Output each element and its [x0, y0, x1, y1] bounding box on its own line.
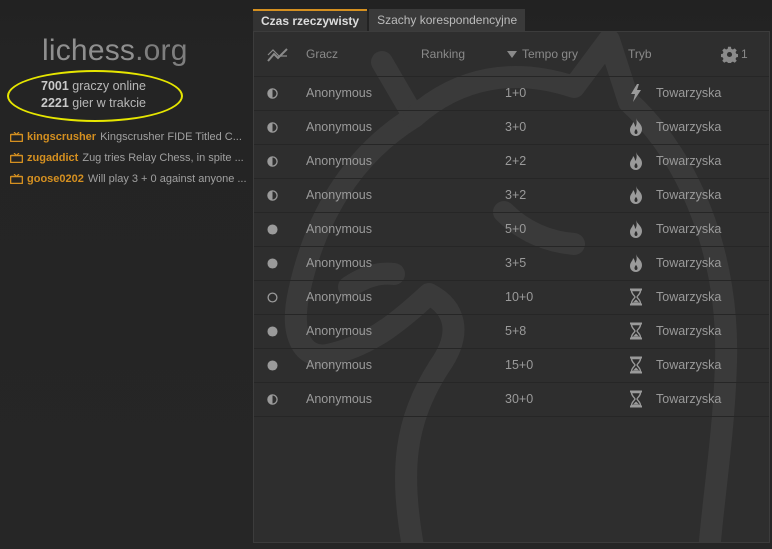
- seek-player: Anonymous: [306, 188, 373, 202]
- filter-count: 1: [741, 47, 748, 61]
- header-mode[interactable]: Tryb: [628, 47, 652, 61]
- full-circle-icon: [267, 224, 278, 235]
- seek-row[interactable]: Anonymous 5+0 Towarzyska: [254, 212, 769, 246]
- seek-row[interactable]: Anonymous 3+5 Towarzyska: [254, 246, 769, 280]
- seek-row[interactable]: Anonymous 2+2 Towarzyska: [254, 144, 769, 178]
- streamer-title: Kingscrusher FIDE Titled C...: [100, 130, 242, 143]
- games-count: 2221: [41, 95, 69, 110]
- seek-row[interactable]: Anonymous 5+8 Towarzyska: [254, 314, 769, 348]
- streamer-list: kingscrusher Kingscrusher FIDE Titled C..…: [10, 126, 250, 189]
- half-circle-icon: [267, 88, 278, 99]
- seek-row[interactable]: Anonymous 10+0 Towarzyska: [254, 280, 769, 314]
- table-header: Gracz Ranking Tempo gry Tryb 1: [254, 32, 769, 76]
- blitz-icon: [630, 254, 642, 272]
- seek-player: Anonymous: [306, 222, 373, 236]
- classical-icon: [630, 322, 642, 340]
- seek-time-control: 2+2: [505, 154, 527, 168]
- games-label: gier w trakcie: [72, 95, 146, 110]
- seek-mode: Towarzyska: [656, 188, 722, 202]
- online-stats: 7001 graczy online 2221 gier w trakcie: [41, 78, 146, 111]
- seek-mode: Towarzyska: [656, 324, 722, 338]
- bullet-icon: [631, 84, 641, 102]
- seek-mode: Towarzyska: [656, 290, 722, 304]
- seek-mode: Towarzyska: [656, 358, 722, 372]
- seek-row[interactable]: Anonymous 3+2 Towarzyska: [254, 178, 769, 212]
- seek-time-control: 5+0: [505, 222, 527, 236]
- tv-icon: [10, 173, 23, 184]
- tv-icon: [10, 131, 23, 142]
- seek-time-control: 1+0: [505, 86, 527, 100]
- tv-icon: [10, 152, 23, 163]
- seek-mode: Towarzyska: [656, 392, 722, 406]
- blitz-icon: [630, 186, 642, 204]
- site-logo[interactable]: lichess.org: [42, 34, 188, 68]
- half-circle-icon: [267, 394, 278, 405]
- seek-player: Anonymous: [306, 86, 373, 100]
- seek-mode: Towarzyska: [656, 154, 722, 168]
- lobby-tabs: Czas rzeczywisty Szachy korespondencyjne: [253, 9, 527, 31]
- players-label: graczy online: [72, 79, 146, 93]
- streamer-name: goose0202: [27, 172, 84, 185]
- seek-time-control: 30+0: [505, 392, 534, 406]
- tab-correspondence[interactable]: Szachy korespondencyjne: [369, 9, 526, 31]
- seek-time-control: 3+0: [505, 120, 527, 134]
- seek-time-control: 3+5: [505, 256, 527, 270]
- streamer-name: zugaddict: [27, 151, 79, 164]
- lobby-panel: Gracz Ranking Tempo gry Tryb 1 Anonymous…: [253, 31, 770, 543]
- chart-icon[interactable]: [267, 47, 289, 63]
- seek-row[interactable]: Anonymous 3+0 Towarzyska: [254, 110, 769, 144]
- seek-list: Anonymous 1+0 Towarzyska Anonymous 3+0 Towarz…: [254, 76, 769, 417]
- seek-row[interactable]: Anonymous 15+0 Towarzyska: [254, 348, 769, 382]
- seek-time-control: 15+0: [505, 358, 534, 372]
- header-player[interactable]: Gracz: [306, 47, 338, 61]
- gear-icon[interactable]: [721, 46, 738, 63]
- players-online[interactable]: 7001 graczy online: [41, 78, 146, 95]
- sort-down-icon: [507, 51, 517, 58]
- blitz-icon: [630, 152, 642, 170]
- seek-time-control: 10+0: [505, 290, 534, 304]
- seek-row[interactable]: Anonymous 30+0 Towarzyska: [254, 382, 769, 417]
- seek-player: Anonymous: [306, 154, 373, 168]
- half-circle-icon: [267, 122, 278, 133]
- seek-mode: Towarzyska: [656, 86, 722, 100]
- logo-suffix: .org: [135, 34, 188, 67]
- seek-time-control: 3+2: [505, 188, 527, 202]
- seek-player: Anonymous: [306, 290, 373, 304]
- seek-mode: Towarzyska: [656, 256, 722, 270]
- classical-icon: [630, 356, 642, 374]
- header-rating[interactable]: Ranking: [421, 47, 465, 61]
- seek-player: Anonymous: [306, 392, 373, 406]
- classical-icon: [630, 288, 642, 306]
- full-circle-icon: [267, 360, 278, 371]
- full-circle-icon: [267, 258, 278, 269]
- seek-player: Anonymous: [306, 120, 373, 134]
- seek-time-control: 5+8: [505, 324, 527, 338]
- games-in-progress[interactable]: 2221 gier w trakcie: [41, 95, 146, 112]
- streamer-title: Zug tries Relay Chess, in spite ...: [82, 151, 244, 164]
- streamer-item[interactable]: goose0202 Will play 3 + 0 against anyone …: [10, 168, 250, 189]
- classical-icon: [630, 390, 642, 408]
- streamer-item[interactable]: kingscrusher Kingscrusher FIDE Titled C..…: [10, 126, 250, 147]
- logo-main: lichess: [42, 34, 136, 67]
- streamer-item[interactable]: zugaddict Zug tries Relay Chess, in spite…: [10, 147, 250, 168]
- seek-player: Anonymous: [306, 324, 373, 338]
- seek-mode: Towarzyska: [656, 222, 722, 236]
- half-circle-icon: [267, 156, 278, 167]
- seek-player: Anonymous: [306, 256, 373, 270]
- header-time-control[interactable]: Tempo gry: [522, 47, 578, 61]
- half-circle-icon: [267, 190, 278, 201]
- players-count: 7001: [41, 79, 69, 93]
- blitz-icon: [630, 220, 642, 238]
- seek-mode: Towarzyska: [656, 120, 722, 134]
- streamer-name: kingscrusher: [27, 130, 97, 143]
- seek-row[interactable]: Anonymous 1+0 Towarzyska: [254, 76, 769, 110]
- blitz-icon: [630, 118, 642, 136]
- tab-real-time[interactable]: Czas rzeczywisty: [253, 9, 368, 31]
- full-circle-icon: [267, 326, 278, 337]
- empty-circle-icon: [267, 292, 278, 303]
- seek-player: Anonymous: [306, 358, 373, 372]
- streamer-title: Will play 3 + 0 against anyone ...: [87, 172, 247, 185]
